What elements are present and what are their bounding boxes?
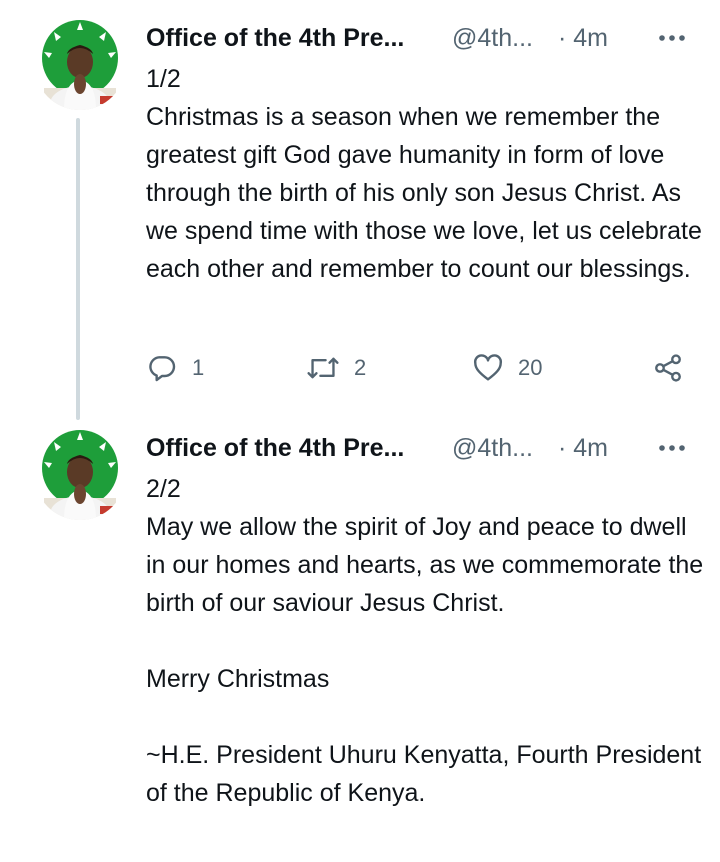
like-count: 20 [518, 355, 543, 380]
retweet-button[interactable]: 2 [306, 348, 366, 388]
more-horizontal-icon[interactable] [654, 430, 690, 466]
like-button[interactable]: 20 [472, 348, 542, 388]
heart-icon [472, 352, 504, 384]
reply-count: 1 [192, 355, 205, 380]
tweet-header: Office of the 4th Pre... @4th... · 4m [146, 430, 690, 466]
tweet-1[interactable]: Office of the 4th Pre... @4th... · 4m 1/… [0, 0, 720, 420]
share-icon [652, 352, 684, 384]
tweet-text: 1/2 Christmas is a season when we rememb… [146, 60, 706, 288]
username-handle[interactable]: @4th... [452, 20, 533, 56]
avatar[interactable] [34, 428, 126, 520]
username-handle[interactable]: @4th... [452, 430, 533, 466]
avatar-image [34, 18, 126, 110]
tweet-paragraph: Merry Christmas [146, 665, 330, 693]
share-button[interactable] [652, 348, 684, 388]
tweet-thread: Office of the 4th Pre... @4th... · 4m 1/… [0, 0, 720, 862]
reply-button[interactable]: 1 [146, 348, 204, 388]
tweet-paragraph: 2/2 [146, 475, 181, 503]
tweet-header: Office of the 4th Pre... @4th... · 4m [146, 20, 690, 56]
tweet-text: 2/2 May we allow the spirit of Joy and p… [146, 470, 706, 812]
thread-connector-line [76, 118, 80, 420]
retweet-icon [306, 352, 340, 384]
avatar[interactable] [34, 18, 126, 110]
tweet-2[interactable]: Office of the 4th Pre... @4th... · 4m 2/… [0, 410, 720, 862]
more-horizontal-icon[interactable] [654, 20, 690, 56]
display-name[interactable]: Office of the 4th Pre... [146, 430, 404, 466]
display-name[interactable]: Office of the 4th Pre... [146, 20, 404, 56]
tweet-paragraph: Christmas is a season when we remember t… [146, 103, 702, 283]
tweet-paragraph: 1/2 [146, 65, 181, 93]
reply-icon [146, 352, 178, 384]
retweet-count: 2 [354, 355, 367, 380]
timestamp[interactable]: · 4m [558, 430, 608, 466]
tweet-paragraph: ~H.E. President Uhuru Kenyatta, Fourth P… [146, 741, 702, 807]
timestamp[interactable]: · 4m [558, 20, 608, 56]
tweet-actions: 1 2 20 [146, 348, 691, 388]
tweet-paragraph: May we allow the spirit of Joy and peace… [146, 513, 704, 617]
avatar-image [34, 428, 126, 520]
